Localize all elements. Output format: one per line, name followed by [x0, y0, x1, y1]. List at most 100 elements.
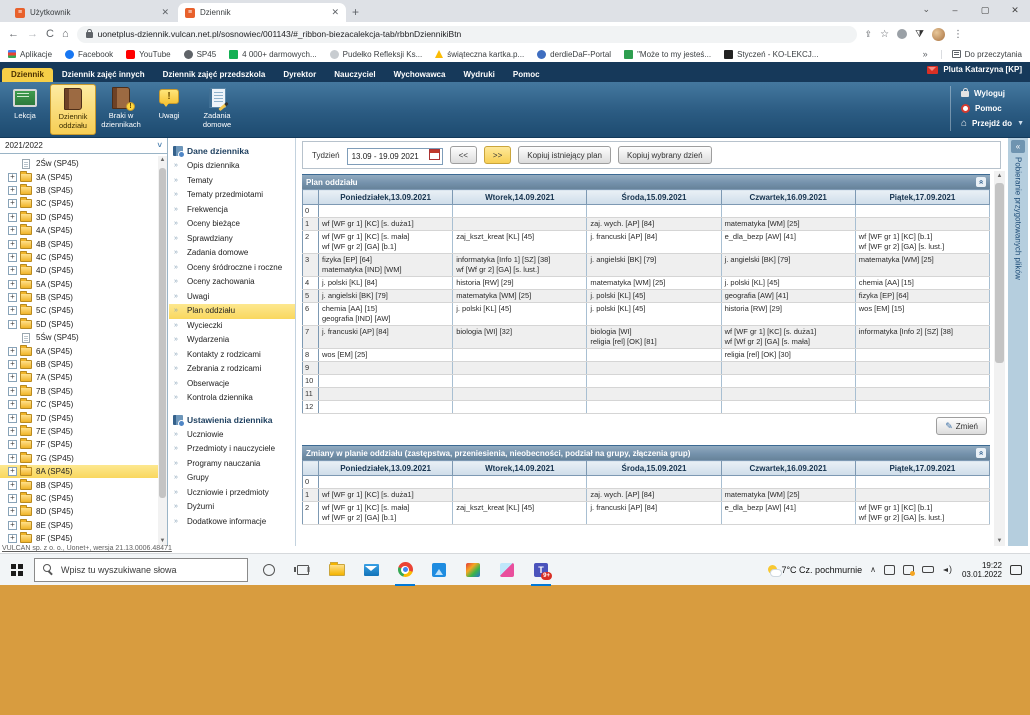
back-icon[interactable]: ← [8, 29, 19, 40]
change-button[interactable]: ✎ Zmień [936, 417, 987, 435]
expand-icon[interactable]: + [8, 280, 17, 289]
lesson-cell[interactable]: wf [WF gr 1] [KC] [s. mała]wf [WF gr 2] … [319, 231, 453, 254]
lesson-cell[interactable]: biologia [WI]religia [rel] [OK] [81] [587, 326, 721, 349]
menu-item-obserwacje[interactable]: »Obserwacje [169, 377, 295, 392]
class-tree-item-6a-sp45[interactable]: +6A (SP45) [0, 344, 158, 357]
expand-icon[interactable]: + [8, 320, 17, 329]
toolbar-button-zadania-domowe[interactable]: Zadania domowe [194, 84, 240, 135]
menu-item-grupy[interactable]: »Grupy [169, 471, 295, 486]
lesson-cell[interactable] [721, 205, 855, 218]
lesson-cell[interactable]: j. polski [KL] [45] [587, 290, 721, 303]
menu-item-oceny-bieżące[interactable]: »Oceny bieżące [169, 217, 295, 232]
ribbon-tab-pomoc[interactable]: Pomoc [504, 68, 549, 82]
class-tree-item-8b-sp45[interactable]: +8B (SP45) [0, 478, 158, 491]
lesson-cell[interactable] [587, 476, 721, 489]
address-input[interactable]: uonetplus-dziennik.vulcan.net.pl/sosnowi… [77, 26, 857, 43]
lesson-cell[interactable]: matematyka [WM] [25] [721, 489, 855, 502]
lesson-cell[interactable]: zaj. wych. [AP] [84] [587, 218, 721, 231]
bookmark-świąteczna-kartka-p[interactable]: świąteczna kartka.p... [435, 50, 524, 59]
tree-scrollbar[interactable]: ▲ ▼ [158, 156, 167, 546]
lesson-cell[interactable]: historia [RW] [29] [453, 277, 587, 290]
menu-item-wycieczki[interactable]: »Wycieczki [169, 319, 295, 334]
expand-icon[interactable]: + [8, 226, 17, 235]
lesson-cell[interactable]: wos [EM] [25] [319, 349, 453, 362]
user-menu-przejdź-do[interactable]: ⌂Przejdź do▼ [961, 116, 1024, 131]
toolbar-button-dziennik-oddziału[interactable]: Dziennik oddziału [50, 84, 96, 135]
browser-menu-icon[interactable]: ⋮ [953, 29, 963, 40]
lesson-cell[interactable] [855, 388, 989, 401]
class-tree-item-7g-sp45[interactable]: +7G (SP45) [0, 452, 158, 465]
ribbon-tab-wydruki[interactable]: Wydruki [454, 68, 503, 82]
start-button[interactable] [0, 554, 34, 586]
menu-item-frekwencja[interactable]: »Frekwencja [169, 203, 295, 218]
lesson-cell[interactable] [587, 205, 721, 218]
browser-tab-dziennik[interactable]: ≡ Dziennik ✕ [178, 3, 346, 22]
menu-item-uczniowie-i-przedmioty[interactable]: »Uczniowie i przedmioty [169, 486, 295, 501]
lesson-cell[interactable] [855, 362, 989, 375]
taskbar-icon-task-view[interactable] [286, 554, 320, 586]
menu-item-kontakty-z-rodzicami[interactable]: »Kontakty z rodzicami [169, 348, 295, 363]
menu-item-wydarzenia[interactable]: »Wydarzenia [169, 333, 295, 348]
class-tree-item-3c-sp45[interactable]: +3C (SP45) [0, 197, 158, 210]
taskbar-search[interactable]: Wpisz tu wyszukiwane słowa [34, 558, 248, 582]
lesson-cell[interactable] [721, 476, 855, 489]
menu-item-kontrola-dziennika[interactable]: »Kontrola dziennika [169, 391, 295, 406]
lesson-cell[interactable] [453, 218, 587, 231]
lesson-cell[interactable] [453, 375, 587, 388]
expand-icon[interactable]: + [8, 173, 17, 182]
lesson-cell[interactable]: religia [rel] [OK] [30] [721, 349, 855, 362]
ribbon-tab-nauczyciel[interactable]: Nauczyciel [325, 68, 384, 82]
lesson-cell[interactable]: wos [EM] [15] [855, 303, 989, 326]
content-scrollbar-thumb[interactable] [995, 183, 1004, 363]
bookmark-star-icon[interactable]: ☆ [880, 29, 889, 40]
class-tree-item-3d-sp45[interactable]: +3D (SP45) [0, 211, 158, 224]
bookmark-facebook[interactable]: Facebook [65, 50, 113, 59]
reading-list-button[interactable]: Do przeczytania [941, 50, 1022, 59]
share-icon[interactable]: ⇪ [865, 29, 873, 40]
lesson-cell[interactable]: j. angielski [BK] [79] [587, 254, 721, 277]
taskbar-icon-chrome[interactable] [388, 554, 422, 586]
class-tree-item-5c-sp45[interactable]: +5C (SP45) [0, 304, 158, 317]
class-tree-item-7b-sp45[interactable]: +7B (SP45) [0, 385, 158, 398]
lesson-cell[interactable]: historia [RW] [29] [721, 303, 855, 326]
extension-icon[interactable] [897, 29, 907, 39]
lesson-cell[interactable]: wf [WF gr 1] [KC] [s. duża1] [319, 218, 453, 231]
taskbar-icon-movies-tv[interactable] [456, 554, 490, 586]
lesson-cell[interactable]: j. francuski [AP] [84] [587, 231, 721, 254]
lesson-cell[interactable]: zaj. wych. [AP] [84] [587, 489, 721, 502]
lesson-cell[interactable] [855, 218, 989, 231]
class-tree-item-8f-sp45[interactable]: +8F (SP45) [0, 532, 158, 545]
lesson-cell[interactable]: wf [WF gr 1] [KC] [b.1]wf [WF gr 2] [GA]… [855, 231, 989, 254]
menu-item-przedmioty-i-nauczyciele[interactable]: »Przedmioty i nauczyciele [169, 442, 295, 457]
menu-item-sprawdziany[interactable]: »Sprawdziany [169, 232, 295, 247]
taskbar-icon-mail[interactable] [354, 554, 388, 586]
lesson-cell[interactable]: j. polski [KL] [45] [453, 303, 587, 326]
ribbon-tab-dziennik-zajęć-przedszkola[interactable]: Dziennik zajęć przedszkola [154, 68, 275, 82]
lesson-cell[interactable]: j. angielski [BK] [79] [319, 290, 453, 303]
taskbar-icon-file-explorer[interactable] [320, 554, 354, 586]
menu-item-uczniowie[interactable]: »Uczniowie [169, 428, 295, 443]
lesson-cell[interactable]: j. polski [KL] [45] [587, 303, 721, 326]
class-tree-item-7f-sp45[interactable]: +7F (SP45) [0, 438, 158, 451]
expand-icon[interactable]: + [8, 199, 17, 208]
previous-week-button[interactable]: << [450, 146, 477, 164]
class-tree-item-2św-sp45[interactable]: 2Św (SP45) [0, 157, 158, 170]
lesson-cell[interactable] [319, 205, 453, 218]
expand-icon[interactable]: + [8, 266, 17, 275]
collapse-icon[interactable]: « [976, 448, 986, 458]
expand-icon[interactable]: + [8, 400, 17, 409]
lesson-cell[interactable] [721, 375, 855, 388]
downloads-side-panel[interactable]: « Pobieranie przygotowanych plików [1008, 138, 1028, 546]
class-tree-item-5d-sp45[interactable]: +5D (SP45) [0, 318, 158, 331]
class-tree-item-5św-sp45[interactable]: 5Św (SP45) [0, 331, 158, 344]
lesson-cell[interactable]: chemia [AA] [15]geografia [IND] [AW] [319, 303, 453, 326]
expand-icon[interactable]: + [8, 534, 17, 543]
lesson-cell[interactable] [855, 349, 989, 362]
expand-icon[interactable]: + [8, 240, 17, 249]
lesson-cell[interactable] [721, 362, 855, 375]
lesson-cell[interactable] [319, 375, 453, 388]
lesson-cell[interactable] [453, 401, 587, 414]
menu-item-oceny-zachowania[interactable]: »Oceny zachowania [169, 275, 295, 290]
class-tree-item-6b-sp45[interactable]: +6B (SP45) [0, 358, 158, 371]
expand-icon[interactable]: + [8, 373, 17, 382]
